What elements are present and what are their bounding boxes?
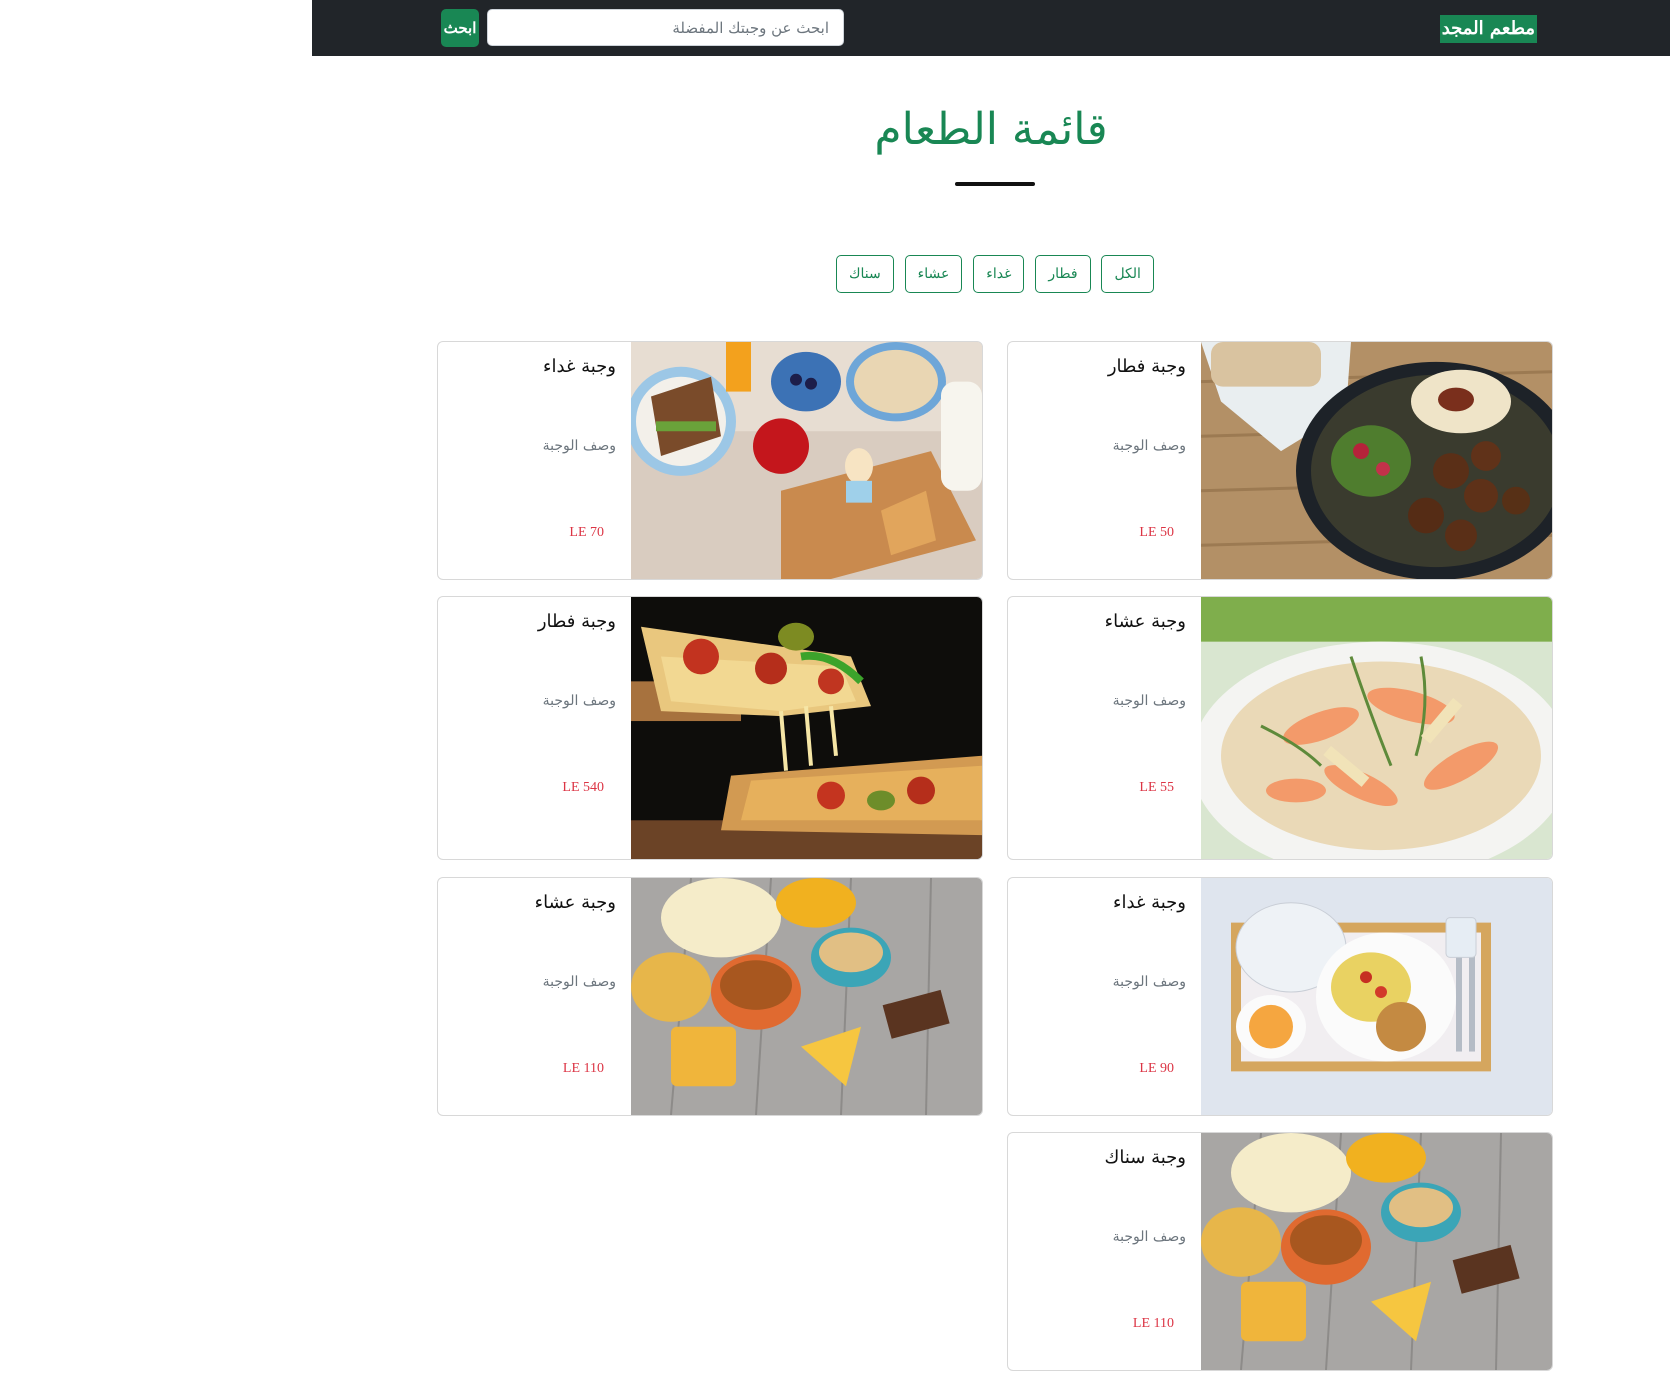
card-body: وجبة عشاء وصف الوجبة LE 55 <box>1008 597 1202 859</box>
meal-description: وصف الوجبة <box>542 438 616 454</box>
category-filters: الكل فطار غداء عشاء سناك <box>836 255 1154 293</box>
meal-description: وصف الوجبة <box>542 693 616 709</box>
search-button[interactable]: ابحث <box>441 9 479 47</box>
meal-price: LE 540 <box>562 780 604 795</box>
meal-name: وجبة عشاء <box>1104 611 1186 632</box>
card-body: وجبة سناك وصف الوجبة LE 110 <box>1008 1133 1202 1370</box>
meal-name: وجبة فطار <box>1107 356 1186 377</box>
filter-snack-button[interactable]: سناك <box>836 255 894 293</box>
meal-name: وجبة غداء <box>1113 892 1186 913</box>
title-underline <box>955 182 1035 186</box>
falafel-plate-image <box>1201 342 1552 579</box>
card-body: وجبة فطار وصف الوجبة LE 540 <box>438 597 632 859</box>
brand-logo[interactable]: مطعم المجد <box>1439 15 1537 43</box>
menu-card[interactable]: وجبة عشاء وصف الوجبة LE 110 <box>437 877 983 1116</box>
meal-price: LE 50 <box>1139 525 1174 540</box>
card-body: وجبة غداء وصف الوجبة LE 90 <box>1008 878 1202 1115</box>
menu-card[interactable]: وجبة غداء وصف الوجبة LE 70 <box>437 341 983 580</box>
menu-card[interactable]: وجبة غداء وصف الوجبة LE 90 <box>1007 877 1553 1116</box>
breakfast-spread-image <box>631 342 982 579</box>
filter-lunch-button[interactable]: غداء <box>973 255 1025 293</box>
meal-price: LE 110 <box>1132 1316 1174 1331</box>
meal-name: وجبة فطار <box>537 611 616 632</box>
menu-card[interactable]: وجبة سناك وصف الوجبة LE 110 <box>1007 1132 1553 1371</box>
meal-price: LE 110 <box>562 1061 604 1076</box>
pizza-slice-image <box>631 597 982 859</box>
meal-description: وصف الوجبة <box>1112 693 1186 709</box>
meal-tray-image <box>1201 878 1552 1115</box>
filter-all-button[interactable]: الكل <box>1101 255 1154 293</box>
meal-description: وصف الوجبة <box>1112 974 1186 990</box>
meal-name: وجبة سناك <box>1104 1147 1186 1168</box>
meal-name: وجبة عشاء <box>534 892 616 913</box>
menu-card[interactable]: وجبة فطار وصف الوجبة LE 540 <box>437 596 983 860</box>
snacks-table-image <box>1201 1133 1552 1370</box>
meal-description: وصف الوجبة <box>1112 438 1186 454</box>
meal-name: وجبة غداء <box>543 356 616 377</box>
meal-description: وصف الوجبة <box>542 974 616 990</box>
page-title: قائمة الطعام <box>874 104 1108 155</box>
search-input[interactable] <box>487 9 844 46</box>
navbar: مطعم المجد ابحث <box>312 0 1670 56</box>
snacks-table-image <box>631 878 982 1115</box>
salmon-pasta-image <box>1201 597 1552 859</box>
meal-price: LE 70 <box>569 525 604 540</box>
card-body: وجبة عشاء وصف الوجبة LE 110 <box>438 878 632 1115</box>
filter-breakfast-button[interactable]: فطار <box>1035 255 1091 293</box>
menu-card[interactable]: وجبة فطار وصف الوجبة LE 50 <box>1007 341 1553 580</box>
meal-price: LE 55 <box>1139 780 1174 795</box>
meal-description: وصف الوجبة <box>1112 1229 1186 1245</box>
card-body: وجبة غداء وصف الوجبة LE 70 <box>438 342 632 579</box>
menu-card[interactable]: وجبة عشاء وصف الوجبة LE 55 <box>1007 596 1553 860</box>
meal-price: LE 90 <box>1139 1061 1174 1076</box>
card-body: وجبة فطار وصف الوجبة LE 50 <box>1008 342 1202 579</box>
filter-dinner-button[interactable]: عشاء <box>904 255 963 293</box>
